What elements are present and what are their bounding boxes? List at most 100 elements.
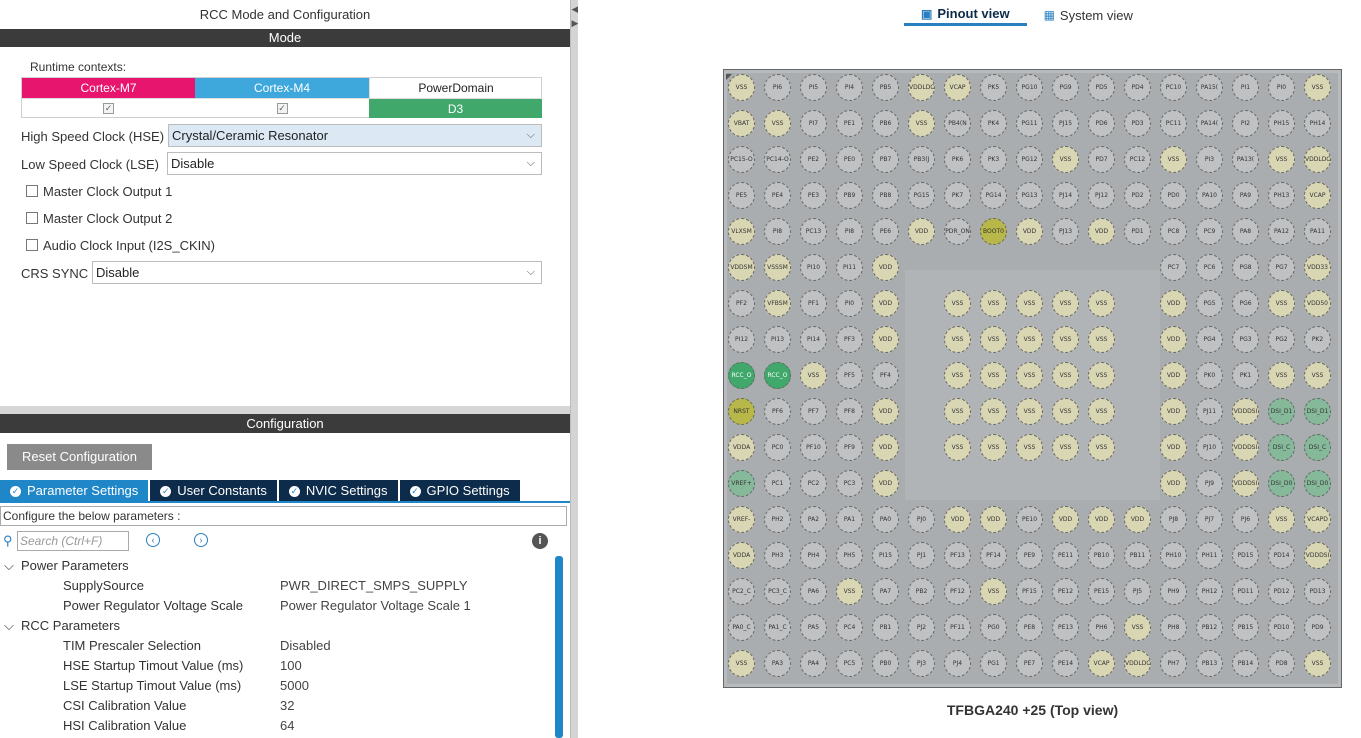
pin-vdddsi[interactable]: VDDDSI — [1232, 470, 1259, 497]
pin-pg10[interactable]: PG10 — [1016, 74, 1043, 101]
tab-user-constants[interactable]: ✓ User Constants — [150, 480, 277, 502]
pin-ph9[interactable]: PH9 — [1160, 578, 1187, 605]
pin-vss[interactable]: VSS — [728, 650, 755, 677]
pin-pd5[interactable]: PD5 — [1088, 74, 1115, 101]
previous-icon[interactable]: ‹ — [146, 533, 160, 547]
pin-pd13[interactable]: PD13 — [1304, 578, 1331, 605]
pin-vss[interactable]: VSS — [1052, 326, 1079, 353]
pin-pc10[interactable]: PC10 — [1160, 74, 1187, 101]
pin-pg3[interactable]: PG3 — [1232, 326, 1259, 353]
pin-vss[interactable]: VSS — [1016, 362, 1043, 389]
pin-ph10[interactable]: PH10 — [1160, 542, 1187, 569]
pin-pj5[interactable]: PJ5 — [1124, 578, 1151, 605]
pin-vdd[interactable]: VDD — [1160, 434, 1187, 461]
pin-ph6[interactable]: PH6 — [1088, 614, 1115, 641]
pin-pa7[interactable]: PA7 — [872, 578, 899, 605]
pin-pc13[interactable]: PC13 — [800, 218, 827, 245]
pin-pa10[interactable]: PA10 — [1196, 182, 1223, 209]
pin-pc9[interactable]: PC9 — [1196, 218, 1223, 245]
cortex-m7-checkbox[interactable]: ✓ — [103, 103, 114, 114]
pin-pj6[interactable]: PJ6 — [1232, 506, 1259, 533]
pin-vcap[interactable]: VCAP — [944, 74, 971, 101]
pin-vss[interactable]: VSS — [944, 326, 971, 353]
pin-vss[interactable]: VSS — [944, 290, 971, 317]
pin-pk3[interactable]: PK3 — [980, 146, 1007, 173]
pin-pi0[interactable]: PI0 — [1268, 74, 1295, 101]
pin-pb14[interactable]: PB14 — [1232, 650, 1259, 677]
pin-pi1[interactable]: PI1 — [1232, 74, 1259, 101]
pin-vdd[interactable]: VDD — [980, 506, 1007, 533]
pin-vcapd[interactable]: VCAPD — [1304, 506, 1331, 533]
pin-pi11[interactable]: PI11 — [836, 254, 863, 281]
pin-vss[interactable]: VSS — [728, 74, 755, 101]
pin-pc3-c[interactable]: PC3_C — [764, 578, 791, 605]
pin-vdd[interactable]: VDD — [872, 470, 899, 497]
pin-vss[interactable]: VSS — [1160, 146, 1187, 173]
pin-pi15[interactable]: PI15 — [872, 542, 899, 569]
pin-pj7[interactable]: PJ7 — [1196, 506, 1223, 533]
pin-pg9[interactable]: PG9 — [1052, 74, 1079, 101]
pin-vdd[interactable]: VDD — [944, 506, 971, 533]
pin-vdda[interactable]: VDDA — [728, 542, 755, 569]
mco1-checkbox-row[interactable]: Master Clock Output 1 — [26, 183, 172, 199]
pin-pj8[interactable]: PJ8 — [1160, 506, 1187, 533]
mco1-checkbox[interactable] — [26, 185, 38, 197]
pin-vdd[interactable]: VDD — [1052, 506, 1079, 533]
pin-pd11[interactable]: PD11 — [1232, 578, 1259, 605]
param-value[interactable]: 5000 — [280, 676, 309, 696]
pin-pe14[interactable]: PE14 — [1052, 650, 1079, 677]
pin-pg14[interactable]: PG14 — [980, 182, 1007, 209]
pin-vss[interactable]: VSS — [1052, 146, 1079, 173]
pin-pi12[interactable]: PI12 — [728, 326, 755, 353]
pin-ph13[interactable]: PH13 — [1268, 182, 1295, 209]
pin-pe2[interactable]: PE2 — [800, 146, 827, 173]
pin-pe8[interactable]: PE8 — [1016, 614, 1043, 641]
pin-pf14[interactable]: PF14 — [980, 542, 1007, 569]
pin-vdd33[interactable]: VDD33 — [1304, 254, 1331, 281]
pin-pj9[interactable]: PJ9 — [1196, 470, 1223, 497]
search-input[interactable]: Search (Ctrl+F) — [17, 531, 129, 551]
pin-pe5[interactable]: PE5 — [728, 182, 755, 209]
pin-ph12[interactable]: PH12 — [1196, 578, 1223, 605]
pin-vdd[interactable]: VDD — [1160, 470, 1187, 497]
param-value[interactable]: 32 — [280, 696, 294, 716]
pin-pj10[interactable]: PJ10 — [1196, 434, 1223, 461]
expand-chevron-icon[interactable]: ⌵ — [4, 556, 14, 576]
pin-vdd[interactable]: VDD — [1016, 218, 1043, 245]
pin-pd9[interactable]: PD9 — [1304, 614, 1331, 641]
pin-pd6[interactable]: PD6 — [1088, 110, 1115, 137]
pin-pk2[interactable]: PK2 — [1304, 326, 1331, 353]
pin-vss[interactable]: VSS — [1016, 434, 1043, 461]
pin-pk4[interactable]: PK4 — [980, 110, 1007, 137]
pin-pc5[interactable]: PC5 — [836, 650, 863, 677]
pin-pe3[interactable]: PE3 — [800, 182, 827, 209]
pin-ph14[interactable]: PH14 — [1304, 110, 1331, 137]
pin-pe15[interactable]: PE15 — [1088, 578, 1115, 605]
pin-pa14-[interactable]: PA14( — [1196, 110, 1223, 137]
pin-pa13-[interactable]: PA13( — [1232, 146, 1259, 173]
pin-pi10[interactable]: PI10 — [800, 254, 827, 281]
pin-vsssm[interactable]: VSSSM — [764, 254, 791, 281]
pin-pg2[interactable]: PG2 — [1268, 326, 1295, 353]
cortex-m4-checkbox[interactable]: ✓ — [276, 103, 288, 114]
pin-vbat[interactable]: VBAT — [728, 110, 755, 137]
pin-pb13[interactable]: PB13 — [1196, 650, 1223, 677]
pin-pg7[interactable]: PG7 — [1268, 254, 1295, 281]
pin-ph15[interactable]: PH15 — [1268, 110, 1295, 137]
pin-pi7[interactable]: PI7 — [800, 110, 827, 137]
pin-pe9[interactable]: PE9 — [1016, 542, 1043, 569]
pin-pb5[interactable]: PB5 — [872, 74, 899, 101]
pin-pf4[interactable]: PF4 — [872, 362, 899, 389]
pin-vdd[interactable]: VDD — [872, 326, 899, 353]
pin-pi14[interactable]: PI14 — [800, 326, 827, 353]
pin-vss[interactable]: VSS — [1052, 398, 1079, 425]
pin-vss[interactable]: VSS — [1088, 398, 1115, 425]
param-value[interactable]: Disabled — [280, 636, 331, 656]
pin-pj11[interactable]: PJ11 — [1196, 398, 1223, 425]
param-value[interactable]: PWR_DIRECT_SMPS_SUPPLY — [280, 576, 468, 596]
pin-pb4-n[interactable]: PB4(N — [944, 110, 971, 137]
pin-pe13[interactable]: PE13 — [1052, 614, 1079, 641]
pin-vdd[interactable]: VDD — [1088, 506, 1115, 533]
pin-pb11[interactable]: PB11 — [1124, 542, 1151, 569]
pin-vss[interactable]: VSS — [944, 434, 971, 461]
